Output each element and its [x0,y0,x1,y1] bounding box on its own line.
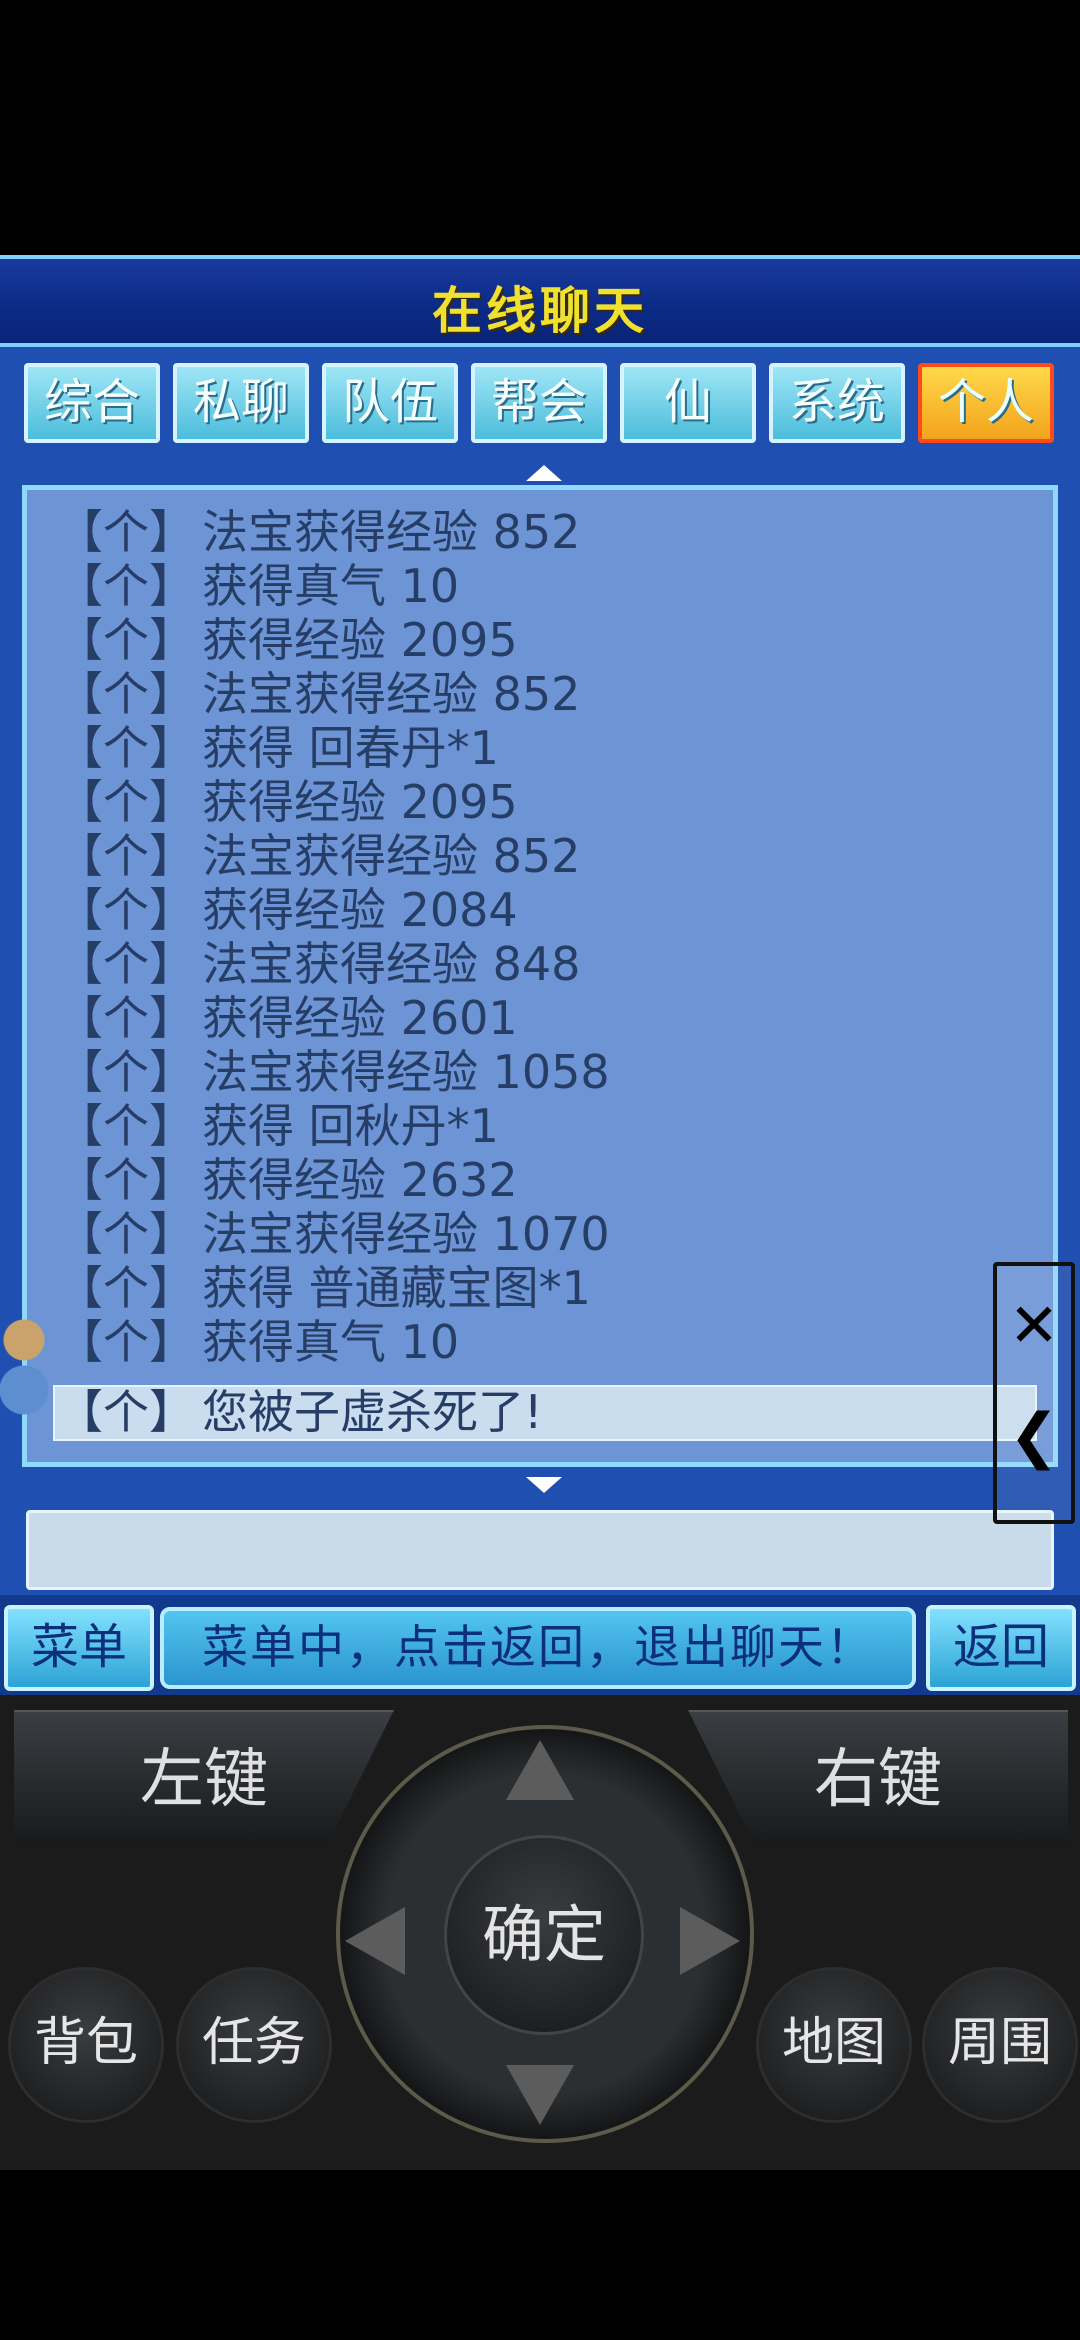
title-bar: 在线聊天 [0,255,1080,347]
log-line: 【个】 法宝获得经验 1058 [57,1045,610,1099]
chat-log-panel[interactable]: 【个】 法宝获得经验 852 【个】 获得真气 10 【个】 获得经验 2095 【个… [22,485,1058,1467]
close-icon[interactable]: ✕ [997,1276,1071,1376]
log-line: 【个】 获得 普通藏宝图*1 [57,1261,591,1315]
log-line: 【个】 获得经验 2632 [57,1153,518,1207]
menu-button[interactable]: 菜单 [4,1605,154,1691]
tab-guild[interactable]: 帮会 [471,363,607,443]
confirm-button[interactable]: 确定 [444,1835,644,2035]
task-button[interactable]: 任务 [176,1967,332,2123]
log-line: 【个】 获得 回秋丹*1 [57,1099,499,1153]
dpad-left-icon[interactable] [345,1907,405,1975]
log-line: 【个】 法宝获得经验 1070 [57,1207,610,1261]
log-line: 【个】 获得经验 2084 [57,883,518,937]
floating-side-controls: ✕ ❮ [993,1262,1075,1524]
log-line: 【个】 获得真气 10 [57,559,460,613]
log-line: 【个】 获得经验 2095 [57,775,518,829]
chat-window: 在线聊天 综合 私聊 队伍 帮会 仙 系统 个人 【个】 法宝获得经验 852 【… [0,255,1080,1695]
back-button[interactable]: 返回 [926,1605,1076,1691]
chat-input-field[interactable] [26,1510,1054,1590]
log-line: 【个】 获得真气 10 [57,1315,460,1369]
scroll-up-arrow-icon[interactable] [526,465,562,481]
log-line: 【个】 法宝获得经验 852 [57,505,581,559]
tab-private[interactable]: 私聊 [173,363,309,443]
log-line-selected: 【个】 您被子虚杀死了! [57,1385,543,1439]
scroll-down-arrow-icon[interactable] [526,1477,562,1493]
npc-character-icon [0,1300,48,1430]
dpad-down-icon[interactable] [506,2065,574,2125]
tab-system[interactable]: 系统 [769,363,905,443]
log-line: 【个】 法宝获得经验 852 [57,667,581,721]
log-line: 【个】 获得经验 2095 [57,613,518,667]
dpad-right-icon[interactable] [680,1907,740,1975]
tab-immortal[interactable]: 仙 [620,363,756,443]
chat-bottom-bar: 菜单 菜单中，点击返回，退出聊天！ 返回 [0,1595,1080,1695]
right-soft-key[interactable]: 右键 [688,1710,1068,1848]
tab-general[interactable]: 综合 [24,363,160,443]
channel-tabs: 综合 私聊 队伍 帮会 仙 系统 个人 [24,363,1064,447]
nearby-button[interactable]: 周围 [922,1967,1078,2123]
left-soft-key[interactable]: 左键 [14,1710,394,1848]
map-button[interactable]: 地图 [756,1967,912,2123]
bag-button[interactable]: 背包 [8,1967,164,2123]
hint-text: 菜单中，点击返回，退出聊天！ [160,1607,916,1689]
log-line: 【个】 法宝获得经验 852 [57,829,581,883]
tab-personal[interactable]: 个人 [918,363,1054,443]
log-line: 【个】 获得经验 2601 [57,991,518,1045]
virtual-keypad: 左键 右键 确定 背包 任务 地图 周围 [0,1695,1080,2170]
chevron-left-icon[interactable]: ❮ [997,1386,1071,1486]
chat-title: 在线聊天 [432,282,648,340]
log-line: 【个】 法宝获得经验 848 [57,937,581,991]
log-line: 【个】 获得 回春丹*1 [57,721,499,775]
tab-team[interactable]: 队伍 [322,363,458,443]
dpad-up-icon[interactable] [506,1740,574,1800]
